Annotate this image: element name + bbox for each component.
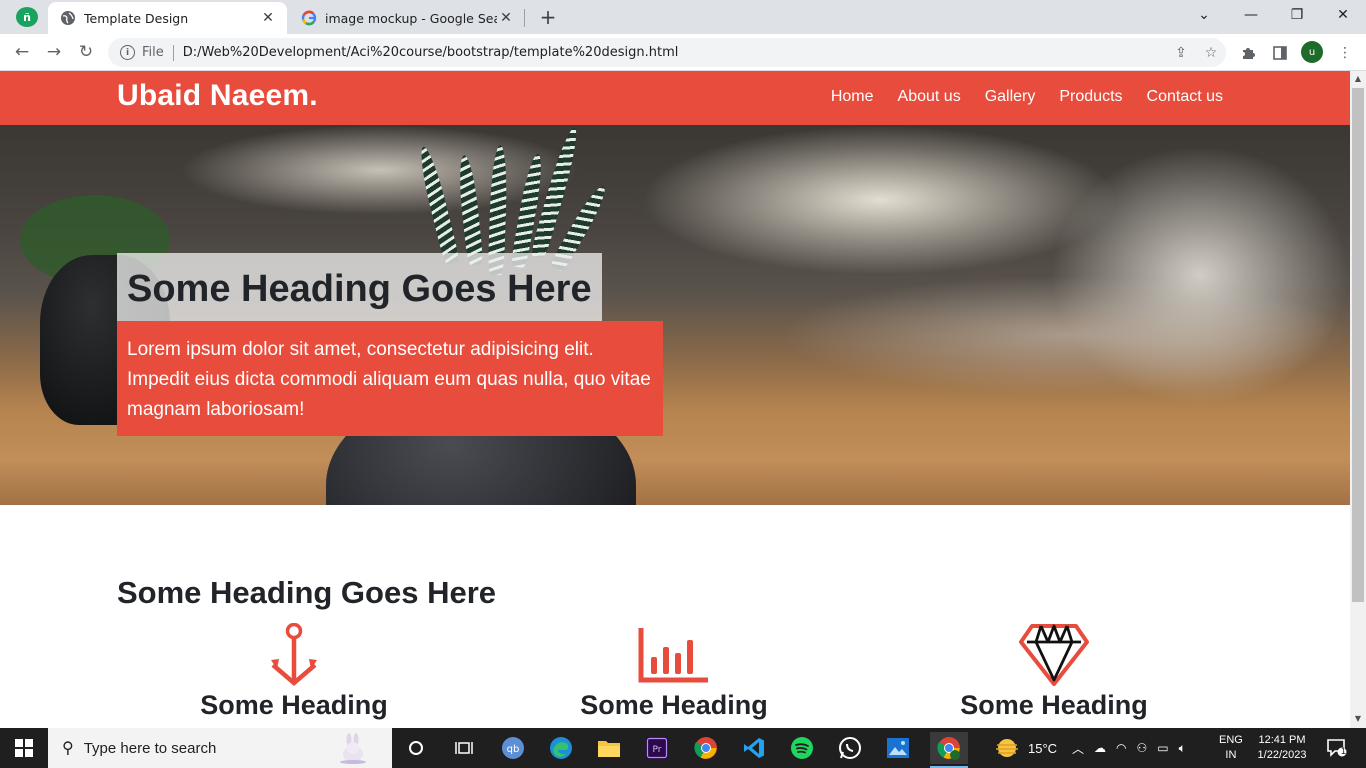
feature-card: Some Heading [114,623,474,721]
hero-paragraph: Lorem ipsum dolor sit amet, consectetur … [117,321,663,436]
bar-chart-icon [494,623,854,687]
scrollbar-thumb[interactable] [1352,88,1364,602]
browser-toolbar: ← → ↻ i File D:/Web%20Development/Aci%20… [0,34,1366,71]
feature-heading: Some Heading [580,690,768,720]
profile-avatar[interactable]: u [1301,41,1323,63]
chrome-active-window-icon[interactable] [930,732,968,768]
tab-template-design[interactable]: Template Design ✕ [48,2,287,34]
hero-background-wall [780,275,1350,395]
file-explorer-icon[interactable] [593,732,625,764]
google-icon [301,10,317,26]
close-window-button[interactable]: ✕ [1320,0,1366,30]
cortana-icon[interactable] [400,732,432,764]
more-menu-icon[interactable]: ⋮ [1334,42,1356,64]
svg-text:Pr: Pr [653,745,662,755]
scroll-down-arrow-icon[interactable]: ▼ [1353,714,1363,724]
site-brand[interactable]: Ubaid Naeem. [117,79,318,113]
reload-icon[interactable]: ↻ [74,40,98,64]
extensions-puzzle-icon[interactable] [1237,42,1259,64]
taskbar-search-box[interactable]: ⚲ Type here to search [48,728,392,768]
nav-link-home[interactable]: Home [831,88,874,106]
close-tab-icon[interactable]: ✕ [497,9,515,27]
minimize-button[interactable]: — [1228,0,1274,30]
page-scrollbar[interactable]: ▲ ▼ [1350,71,1366,728]
feature-card: Some Heading [494,623,854,721]
web-page: Ubaid Naeem. Home About us Gallery Produ… [0,71,1350,728]
spotify-icon[interactable] [786,732,818,764]
meet-now-icon[interactable]: ⚇ [1137,741,1148,755]
language-indicator[interactable]: ENG IN [1219,728,1243,768]
tab-search-chevron-icon[interactable]: ⌄ [1181,0,1227,30]
tray-overflow-chevron-icon[interactable]: ︿ [1072,740,1084,757]
weather-widget[interactable]: 15°C [994,728,1057,768]
tab-search-app-icon[interactable]: ñ [16,7,38,27]
photos-app-icon[interactable] [882,732,914,764]
forward-arrow-icon[interactable]: → [42,40,66,64]
system-tray-icons: ︿ ☁ ◠ ⚇ ▭ 🔈︎ [1072,728,1186,768]
volume-icon[interactable]: 🔈︎ [1179,741,1186,756]
info-icon[interactable]: i [120,45,135,60]
premiere-pro-icon[interactable]: Pr [641,732,673,764]
tab-image-mockup[interactable]: image mockup - Google Search ✕ [289,2,525,34]
hero-background-light [180,125,580,215]
section-heading: Some Heading Goes Here [117,575,497,610]
chrome-icon[interactable] [690,732,722,764]
restore-button[interactable]: ❐ [1274,0,1320,30]
nav-link-contact-us[interactable]: Contact us [1147,88,1223,106]
qbittorrent-icon[interactable]: qb [497,732,529,764]
diamond-icon [874,623,1234,687]
nav-link-about-us[interactable]: About us [898,88,961,106]
tab-divider [524,9,525,27]
vscode-icon[interactable] [738,732,770,764]
task-view-icon[interactable] [448,732,480,764]
new-tab-button[interactable]: + [537,5,559,29]
address-divider [172,44,174,61]
hero-banner: Some Heading Goes Here Lorem ipsum dolor… [0,125,1350,505]
clock-date: 1/22/2023 [1257,749,1307,761]
address-bar[interactable]: i File D:/Web%20Development/Aci%20course… [108,38,1226,67]
search-highlight-bunny-icon [338,732,368,764]
nav-link-products[interactable]: Products [1059,88,1122,106]
wifi-icon[interactable]: ◠ [1116,741,1126,755]
share-icon[interactable]: ⇪ [1166,45,1196,61]
notification-count: 1 [1341,746,1347,756]
taskbar-search-placeholder: Type here to search [83,739,217,757]
scroll-up-arrow-icon[interactable]: ▲ [1353,74,1363,84]
windows-taskbar: ⚲ Type here to search qb Pr 15°C ︿ ☁ ◠ ⚇… [0,728,1366,768]
clock-time: 12:41 PM [1258,734,1306,746]
close-tab-icon[interactable]: ✕ [259,9,277,27]
anchor-icon [114,623,474,687]
whatsapp-icon[interactable] [834,732,866,764]
site-nav-links: Home About us Gallery Products Contact u… [831,88,1223,106]
feature-card: Some Heading [874,623,1234,721]
back-arrow-icon[interactable]: ← [10,40,34,64]
onedrive-cloud-icon[interactable]: ☁ [1094,741,1106,755]
language-code: ENG [1219,734,1243,746]
hero-background-light [640,125,1120,275]
browser-tab-strip: ñ Template Design ✕ image mockup - Googl… [0,0,1366,34]
feature-heading: Some Heading [200,690,388,720]
notification-center-icon[interactable]: 1 [1322,728,1352,768]
nav-link-gallery[interactable]: Gallery [985,88,1036,106]
weather-sun-icon [996,739,1018,757]
tab-title: image mockup - Google Search [325,10,497,26]
edge-browser-icon[interactable] [545,732,577,764]
taskbar-clock[interactable]: 12:41 PM 1/22/2023 [1254,728,1310,768]
windows-start-icon[interactable] [0,728,48,768]
region-code: IN [1225,749,1237,761]
battery-icon[interactable]: ▭ [1157,741,1168,755]
side-panel-icon[interactable] [1269,42,1291,64]
scheme-label: File [142,45,164,60]
globe-icon [60,10,76,26]
weather-temperature: 15°C [1028,740,1058,756]
tab-title: Template Design [84,10,189,26]
svg-text:qb: qb [507,744,520,755]
feature-heading: Some Heading [960,690,1148,720]
site-navbar: Ubaid Naeem. Home About us Gallery Produ… [0,71,1350,125]
url-text[interactable]: D:/Web%20Development/Aci%20course/bootst… [183,45,1166,60]
hero-heading: Some Heading Goes Here [117,253,602,321]
bookmark-star-icon[interactable]: ☆ [1196,45,1226,61]
search-icon: ⚲ [62,740,74,757]
